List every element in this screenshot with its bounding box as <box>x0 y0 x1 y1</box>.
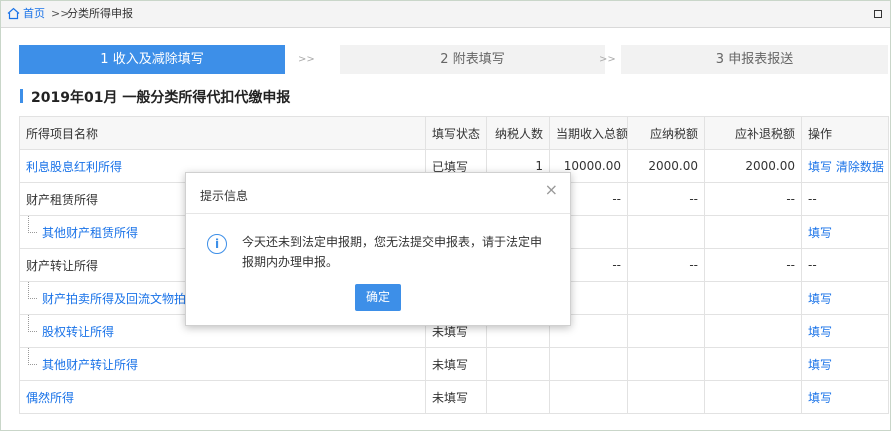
info-dialog: 提示信息 × i 今天还未到法定申报期，您无法提交申报表，请于法定申报期内办理申… <box>185 172 571 326</box>
dialog-divider <box>186 213 570 214</box>
dialog-title: 提示信息 <box>200 189 249 203</box>
modal-overlay: 提示信息 × i 今天还未到法定申报期，您无法提交申报表，请于法定申报期内办理申… <box>0 0 891 431</box>
dialog-message: 今天还未到法定申报期，您无法提交申报表，请于法定申报期内办理申报。 <box>242 235 543 269</box>
info-icon: i <box>207 234 227 254</box>
close-icon[interactable]: × <box>545 182 558 198</box>
confirm-button[interactable]: 确定 <box>355 284 401 311</box>
